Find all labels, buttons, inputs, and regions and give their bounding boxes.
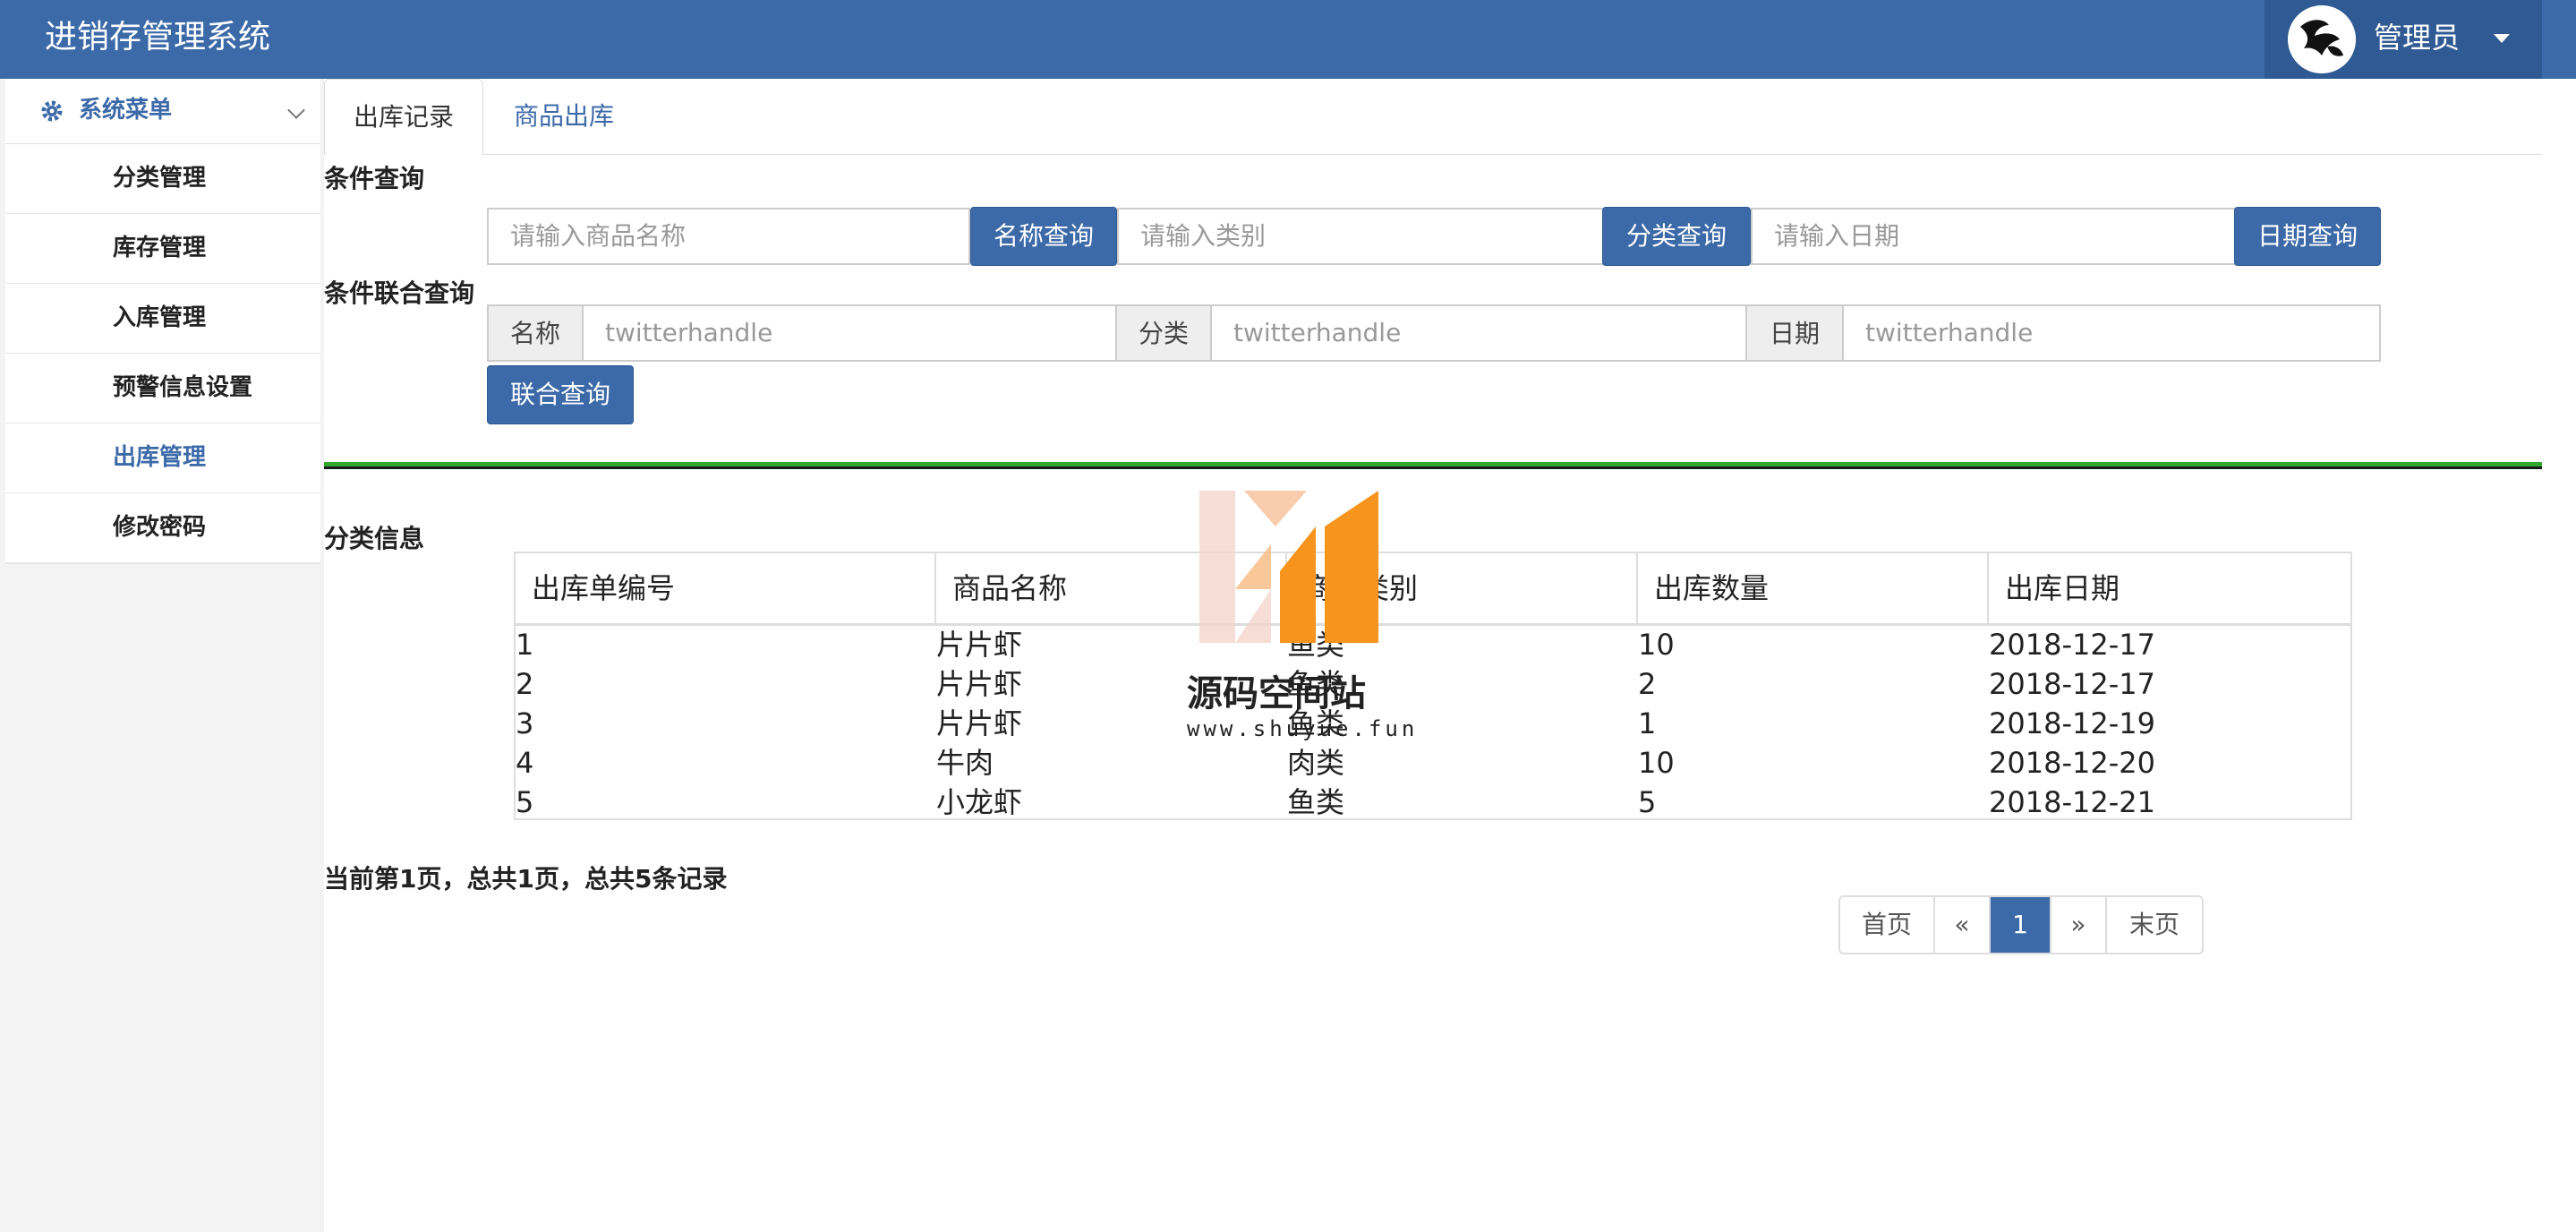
main-content: 出库记录 商品出库 条件查询 请输入商品名称 名称查询 请输入类别 分类查询 请… — [324, 79, 2542, 1232]
caret-down-icon[interactable] — [2494, 34, 2510, 43]
cell-id: 2 — [516, 667, 534, 701]
user-name[interactable]: 管理员 — [2374, 0, 2460, 75]
current-page-button[interactable]: 1 — [1991, 897, 2051, 953]
cell-product: 片片虾 — [936, 667, 1023, 701]
last-page-button[interactable]: 末页 — [2107, 897, 2202, 953]
cell-date: 2018-12-19 — [1989, 706, 2155, 740]
table-row: 2 片片虾 鱼类 2 2018-12-17 — [516, 664, 2350, 704]
section-divider — [324, 462, 2542, 469]
cell-id: 5 — [516, 785, 534, 819]
sidebar-menu-title: 系统菜单 — [79, 97, 173, 124]
date-addon: 日期 — [1745, 304, 1844, 362]
cell-quantity: 5 — [1638, 785, 1657, 819]
category-query-button[interactable]: 分类查询 — [1602, 207, 1751, 266]
cell-id: 3 — [516, 706, 534, 740]
date-input[interactable]: 请输入日期 — [1751, 208, 2239, 265]
avatar-icon[interactable] — [2288, 5, 2356, 73]
sidebar-item-stock-in[interactable]: 入库管理 — [5, 284, 320, 354]
table-row: 1 片片虾 鱼类 10 2018-12-17 — [516, 625, 2350, 664]
category-input[interactable]: 请输入类别 — [1117, 208, 1606, 265]
watermark-url: www.shuyue.fun — [1187, 716, 1419, 741]
cell-id: 1 — [516, 628, 534, 662]
table-row: 5 小龙虾 鱼类 5 2018-12-21 — [516, 783, 2350, 822]
tab-stock-out-records[interactable]: 出库记录 — [324, 79, 484, 156]
chevron-down-icon — [287, 101, 305, 119]
combined-name-input[interactable]: twitterhandle — [582, 304, 1117, 362]
cell-product: 小龙虾 — [936, 785, 1023, 819]
name-addon: 名称 — [487, 304, 584, 362]
sidebar-item-category[interactable]: 分类管理 — [5, 144, 320, 214]
cell-category: 鱼类 — [1287, 785, 1345, 819]
combined-query-label: 条件联合查询 — [324, 278, 475, 308]
column-header-quantity: 出库数量 — [1638, 553, 1989, 623]
cell-date: 2018-12-20 — [1989, 746, 2155, 780]
next-page-button[interactable]: » — [2051, 897, 2107, 953]
cell-id: 4 — [516, 746, 534, 780]
condition-query-label: 条件查询 — [324, 164, 425, 193]
table-header: 出库单编号 商品名称 商品类别 出库数量 出库日期 — [516, 553, 2350, 626]
cell-quantity: 10 — [1638, 746, 1675, 780]
date-query-button[interactable]: 日期查询 — [2234, 207, 2381, 266]
cell-quantity: 1 — [1638, 706, 1657, 740]
cell-quantity: 10 — [1638, 628, 1675, 662]
product-name-input[interactable]: 请输入商品名称 — [487, 208, 970, 265]
category-addon: 分类 — [1115, 304, 1212, 362]
user-menu[interactable]: 管理员 — [2265, 0, 2542, 79]
sidebar: 系统菜单 分类管理 库存管理 入库管理 预警信息设置 出库管理 修改密码 — [0, 79, 324, 1232]
combined-query-button[interactable]: 联合查询 — [487, 365, 634, 424]
tab-product-stock-out[interactable]: 商品出库 — [485, 79, 643, 154]
sidebar-item-stock-out[interactable]: 出库管理 — [5, 424, 320, 493]
name-query-button[interactable]: 名称查询 — [970, 207, 1117, 266]
cell-product: 片片虾 — [936, 706, 1023, 740]
cell-date: 2018-12-17 — [1989, 667, 2155, 701]
sidebar-item-change-password[interactable]: 修改密码 — [5, 493, 320, 563]
cell-quantity: 2 — [1638, 667, 1657, 701]
top-navbar: 进销存管理系统 管理员 — [0, 0, 2576, 79]
column-header-date: 出库日期 — [2005, 571, 2120, 605]
table-row: 3 片片虾 鱼类 1 2018-12-19 — [516, 704, 2350, 743]
stock-out-table: 出库单编号 商品名称 商品类别 出库数量 出库日期 1 片片虾 鱼类 10 20… — [514, 552, 2352, 820]
column-header-id: 出库单编号 — [516, 553, 936, 623]
prev-page-button[interactable]: « — [1935, 897, 1991, 953]
sidebar-item-alert-settings[interactable]: 预警信息设置 — [5, 354, 320, 424]
cell-product: 片片虾 — [936, 628, 1023, 662]
gear-icon — [41, 100, 63, 122]
app-title[interactable]: 进销存管理系统 — [45, 0, 270, 79]
pagination-info: 当前第1页，总共1页，总共5条记录 — [324, 864, 728, 894]
sidebar-menu-header[interactable]: 系统菜单 — [5, 79, 320, 144]
sidebar-panel: 系统菜单 分类管理 库存管理 入库管理 预警信息设置 出库管理 修改密码 — [5, 79, 320, 564]
pagination: 首页 « 1 » 末页 — [1838, 895, 2204, 954]
cell-product: 牛肉 — [936, 746, 994, 780]
combined-date-input[interactable]: twitterhandle — [1842, 304, 2381, 362]
cell-date: 2018-12-21 — [1989, 785, 2155, 819]
cell-date: 2018-12-17 — [1989, 628, 2155, 662]
cell-category: 肉类 — [1287, 746, 1345, 780]
tab-bar: 出库记录 商品出库 — [324, 79, 2542, 156]
first-page-button[interactable]: 首页 — [1840, 897, 1935, 953]
sidebar-item-inventory[interactable]: 库存管理 — [5, 214, 320, 284]
watermark-text: 源码空间站 — [1187, 673, 1366, 714]
combined-category-input[interactable]: twitterhandle — [1210, 304, 1747, 362]
table-title: 分类信息 — [324, 524, 425, 553]
table-row: 4 牛肉 肉类 10 2018-12-20 — [516, 743, 2350, 783]
